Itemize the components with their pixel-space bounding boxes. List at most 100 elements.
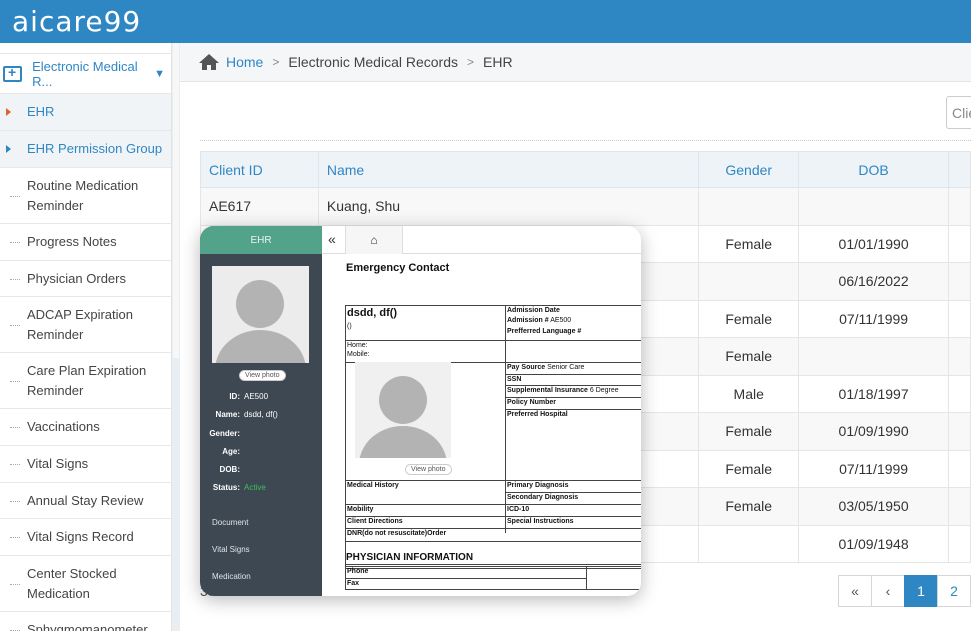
scrollbar-thumb[interactable] — [173, 43, 179, 358]
info-value — [244, 447, 322, 456]
sidebar-section-label: Electronic Medical R... — [32, 58, 138, 89]
tab-home[interactable]: ⌂ — [345, 226, 403, 254]
doc-policy: Policy Number — [507, 399, 557, 406]
column-header-name[interactable]: Name — [317, 151, 700, 188]
sidebar-item-label: Physician Orders — [27, 270, 126, 286]
doc-special-instructions: Special Instructions — [507, 518, 574, 525]
doc-divider — [505, 374, 641, 375]
breadcrumb-home-link[interactable]: Home — [226, 54, 263, 70]
cell-more — [948, 224, 971, 263]
doc-view-photo-button[interactable]: View photo — [405, 464, 452, 475]
home-icon[interactable] — [198, 53, 220, 71]
doc-divider — [345, 541, 641, 542]
tree-connector — [10, 195, 20, 197]
view-photo-button[interactable]: View photo — [239, 370, 286, 381]
sidebar-scrollbar[interactable] — [172, 43, 180, 631]
sidebar-item-adcap-expiration-reminder[interactable]: ADCAP Expiration Reminder — [0, 297, 171, 353]
menu-item-document[interactable]: Document — [212, 518, 248, 527]
sidebar-item-label: ADCAP Expiration Reminder — [27, 306, 133, 342]
cell-name: Kuang, Shu — [317, 187, 700, 226]
search-input[interactable]: Clie — [946, 96, 971, 129]
info-row: Age: — [200, 447, 322, 456]
cell-dob: 07/11/1999 — [798, 299, 949, 338]
column-header-client-id[interactable]: Client ID — [200, 151, 319, 188]
info-key: Gender: — [209, 429, 240, 438]
doc-divider — [345, 564, 641, 565]
sidebar-item-ehr[interactable]: EHR — [0, 94, 171, 131]
caret-right-icon — [6, 108, 11, 116]
sidebar-item-vital-signs-record[interactable]: Vital Signs Record — [0, 519, 171, 556]
cell-dob: 01/01/1990 — [798, 224, 949, 263]
sidebar-item-ehr-permission-group[interactable]: EHR Permission Group — [0, 131, 171, 168]
tree-connector — [10, 278, 20, 280]
cell-gender: Female — [698, 299, 800, 338]
tree-connector — [10, 242, 20, 243]
menu-item-medication[interactable]: Medication — [212, 572, 251, 581]
cell-dob: 01/18/1997 — [798, 374, 949, 413]
sidebar-item-label: EHR Permission Group — [27, 141, 163, 156]
app-logo[interactable]: aicare99 — [12, 6, 141, 38]
cell-dob: 01/09/1990 — [798, 412, 949, 451]
page-2-button[interactable]: 2 — [937, 575, 971, 607]
menu-item-vital-signs[interactable]: Vital Signs — [212, 545, 250, 554]
prev-page-button[interactable]: ‹ — [871, 575, 905, 607]
cell-more — [948, 412, 971, 451]
doc-admission-date: Admission Date — [507, 307, 560, 314]
tree-connector — [10, 324, 20, 326]
chevron-right-icon: > — [467, 55, 475, 69]
sidebar-item-physician-orders[interactable]: Physician Orders — [0, 261, 171, 297]
chevron-down-icon[interactable]: ▼ — [154, 68, 165, 80]
doc-mobile: Mobile: — [347, 351, 370, 358]
doc-supp-ins: 6 Degree — [589, 387, 619, 394]
cell-more — [948, 449, 971, 488]
sidebar-item-annual-stay-review[interactable]: Annual Stay Review — [0, 483, 171, 519]
doc-client-name: dsdd, df() — [347, 307, 398, 319]
cell-gender — [698, 262, 800, 301]
column-header-dob[interactable]: DOB — [798, 151, 949, 188]
info-value: dsdd, df() — [244, 410, 278, 419]
doc-admission-no: AE500 — [550, 317, 572, 324]
info-key: Status: — [212, 483, 240, 492]
preview-tab-bar: « ⌂ — [322, 226, 641, 254]
column-header-gender[interactable]: Gender — [698, 151, 800, 188]
tree-connector — [10, 427, 20, 428]
doc-fax: Fax — [347, 580, 360, 587]
sidebar-item-vaccinations[interactable]: Vaccinations — [0, 409, 171, 446]
avatar — [212, 266, 309, 363]
sidebar-item-routine-medication-reminder[interactable]: Routine Medication Reminder — [0, 168, 171, 224]
sidebar-item-sphygmomanometer[interactable]: Sphygmomanometer — [0, 612, 171, 631]
table-row[interactable]: AE617 Kuang, Shu — [200, 187, 971, 226]
breadcrumb-emr[interactable]: Electronic Medical Records — [288, 54, 458, 70]
cell-more — [948, 524, 971, 563]
info-value — [244, 429, 322, 438]
doc-pay-source: Senior Care — [547, 364, 585, 371]
sidebar-item-label: Vital Signs — [27, 456, 89, 471]
ehr-document: Emergency Contact dsdd, df() () Admissio… — [322, 254, 641, 596]
doc-home: Home: — [347, 342, 368, 349]
sidebar-section-emr[interactable]: Electronic Medical R... ▼ — [0, 54, 171, 94]
sidebar-item-care-plan-expiration-reminder[interactable]: Care Plan Expiration Reminder — [0, 353, 171, 409]
sidebar-item-label: Progress Notes — [27, 234, 117, 249]
cell-gender: Female — [698, 224, 800, 263]
sidebar-top-divider — [0, 43, 171, 54]
sidebar-item-vital-signs[interactable]: Vital Signs — [0, 446, 171, 483]
sidebar-item-label: Routine Medication Reminder — [27, 177, 139, 213]
doc-medical-history: Medical History — [347, 482, 399, 489]
doc-divider — [345, 504, 641, 505]
doc-pref-hospital: Preferred Hospital — [507, 411, 568, 418]
doc-icd: ICD-10 — [507, 506, 530, 513]
doc-avatar — [355, 362, 451, 458]
sidebar-item-progress-notes[interactable]: Progress Notes — [0, 224, 171, 261]
collapse-icon[interactable]: « — [328, 231, 336, 247]
cell-more — [948, 262, 971, 301]
sidebar-item-center-stocked-medication[interactable]: Center Stocked Medication — [0, 556, 171, 612]
page-1-button[interactable]: 1 — [904, 575, 938, 607]
info-row: DOB: — [200, 465, 322, 474]
first-page-button[interactable]: « — [838, 575, 872, 607]
top-bar: aicare99 — [0, 0, 971, 43]
doc-secondary-dx: Secondary Diagnosis — [507, 494, 579, 501]
cell-dob — [798, 337, 949, 376]
ehr-side-panel: EHR View photo ID: AE500 Name: dsdd, df(… — [200, 226, 322, 596]
cell-more — [948, 187, 971, 226]
tree-connector — [10, 537, 20, 538]
